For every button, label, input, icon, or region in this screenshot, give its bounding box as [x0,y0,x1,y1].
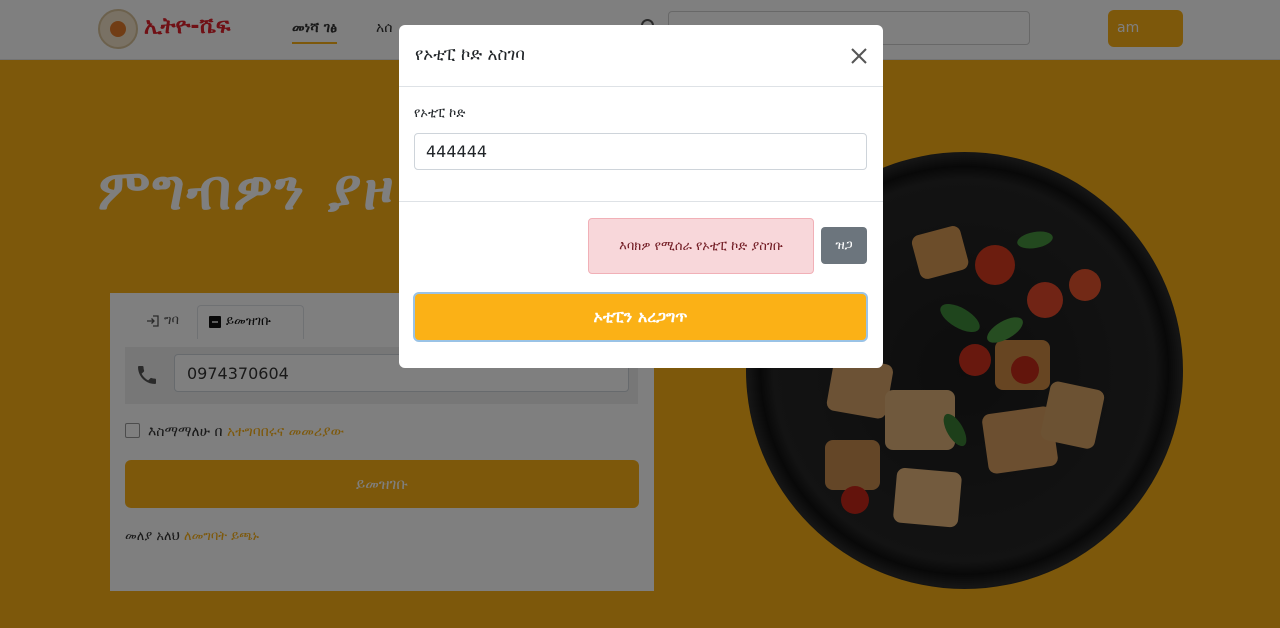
modal-divider [399,201,883,202]
modal-header: የኦቲፒ ኮድ አስገባ [399,25,883,87]
verify-otp-button[interactable]: ኦቲፒን አረጋግጥ [413,292,868,342]
close-icon[interactable] [849,46,869,66]
otp-input[interactable] [414,133,867,170]
error-alert: እባክዎ የሚሰራ የኦቲፒ ኮድ ያስገቡ [588,218,814,274]
otp-field-label: የኦቲፒ ኮድ [414,106,466,121]
close-button[interactable]: ዝጋ [821,227,867,264]
otp-modal: የኦቲፒ ኮድ አስገባ የኦቲፒ ኮድ እባክዎ የሚሰራ የኦቲፒ ኮድ ያ… [399,25,883,368]
modal-title: የኦቲፒ ኮድ አስገባ [415,45,526,65]
